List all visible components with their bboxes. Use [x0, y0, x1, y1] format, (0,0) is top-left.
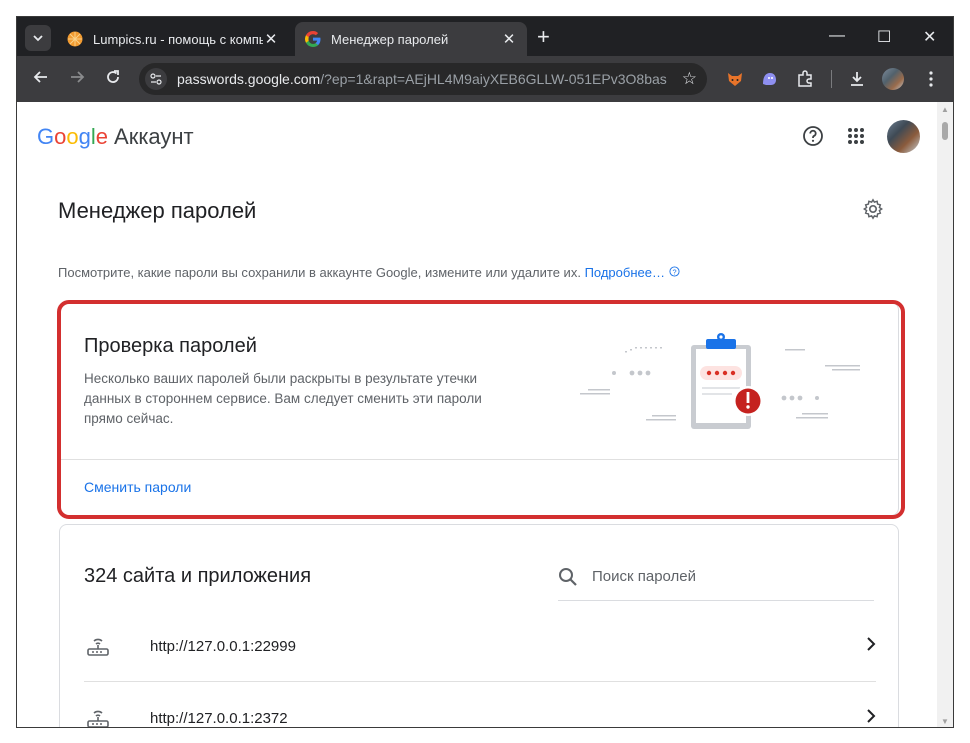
- account-avatar[interactable]: [887, 120, 920, 153]
- browser-window: Lumpics.ru - помощь с компьютером ✕ Мене…: [16, 16, 954, 728]
- help-icon[interactable]: [801, 124, 825, 148]
- address-bar[interactable]: passwords.google.com/?ep=1&rapt=AEjHL4M9…: [139, 63, 707, 95]
- learn-more-link[interactable]: Подробнее… ?: [585, 265, 680, 280]
- toolbar-separator: [831, 70, 832, 88]
- site-row[interactable]: http://127.0.0.1:22999: [84, 611, 876, 681]
- chevron-right-icon: [866, 708, 876, 728]
- tab-password-manager[interactable]: Менеджер паролей ✕: [295, 22, 527, 56]
- scroll-down-icon[interactable]: ▼: [941, 717, 949, 726]
- scrollbar-thumb[interactable]: [942, 122, 948, 140]
- page-scrollbar[interactable]: ▲ ▼: [937, 102, 953, 727]
- google-logo: Google: [37, 124, 108, 150]
- url-path: /?ep=1&rapt=AEjHL4M9aiyXEB6GLLW-051EPv3O…: [320, 71, 667, 87]
- arrow-right-icon: [71, 71, 85, 83]
- maximize-button[interactable]: ☐: [877, 27, 891, 47]
- tab-bar: Lumpics.ru - помощь с компьютером ✕ Мене…: [17, 17, 953, 56]
- browser-menu-icon[interactable]: [919, 67, 943, 91]
- profile-avatar-button[interactable]: [881, 67, 905, 91]
- forward-button[interactable]: [69, 69, 85, 88]
- checkup-text: Несколько ваших паролей были раскрыты в …: [84, 371, 482, 426]
- help-circle-icon: ?: [669, 266, 680, 277]
- search-passwords-field[interactable]: Поиск паролей: [558, 553, 874, 601]
- clipboard-warning-illustration: [580, 333, 860, 429]
- avatar: [882, 68, 904, 90]
- router-icon: [84, 707, 112, 727]
- site-info-icon[interactable]: [145, 68, 167, 90]
- logo-letter: G: [37, 124, 55, 149]
- router-icon: [84, 635, 112, 657]
- page-content: Google Аккаунт Менеджер паролей Посмотри…: [17, 102, 939, 728]
- minimize-button[interactable]: —: [829, 27, 845, 45]
- lumpics-favicon-icon: [67, 31, 83, 47]
- reload-button[interactable]: [105, 69, 121, 88]
- reload-icon: [107, 70, 119, 83]
- download-icon[interactable]: [845, 67, 869, 91]
- scroll-up-icon[interactable]: ▲: [941, 105, 949, 114]
- back-button[interactable]: [33, 69, 49, 88]
- close-window-button[interactable]: ✕: [923, 27, 936, 47]
- password-checkup-card: Проверка паролей Несколько ваших паролей…: [59, 302, 899, 516]
- sites-count-title: 324 сайта и приложения: [84, 565, 312, 587]
- ghost-extension-icon[interactable]: [757, 67, 781, 91]
- google-account-header[interactable]: Google Аккаунт: [37, 124, 194, 150]
- page-description: Посмотрите, какие пароли вы сохранили в …: [58, 265, 680, 280]
- fox-extension-icon[interactable]: [723, 67, 747, 91]
- tab-title: Lumpics.ru - помощь с компьютером: [93, 31, 263, 47]
- new-tab-button[interactable]: +: [537, 26, 550, 48]
- svg-text:?: ?: [672, 267, 676, 276]
- url-text: passwords.google.com/?ep=1&rapt=AEjHL4M9…: [177, 71, 667, 87]
- product-name: Аккаунт: [114, 124, 194, 149]
- close-tab-icon[interactable]: ✕: [263, 30, 279, 48]
- logo-letter: e: [95, 124, 109, 149]
- page-title: Менеджер паролей: [58, 198, 257, 223]
- extensions-puzzle-icon[interactable]: [793, 67, 817, 91]
- description-text: Посмотрите, какие пароли вы сохранили в …: [58, 265, 581, 280]
- logo-letter: o: [66, 124, 79, 149]
- tab-title: Менеджер паролей: [331, 31, 449, 47]
- row-divider: [84, 681, 876, 682]
- chevron-down-icon: [33, 35, 43, 42]
- search-placeholder: Поиск паролей: [592, 568, 697, 585]
- change-passwords-link[interactable]: Сменить пароли: [84, 479, 191, 495]
- url-host: passwords.google.com: [177, 71, 321, 87]
- site-name: http://127.0.0.1:2372: [150, 709, 288, 727]
- close-tab-icon[interactable]: ✕: [501, 30, 517, 48]
- google-favicon-icon: [305, 31, 321, 47]
- learn-more-label: Подробнее…: [584, 265, 665, 280]
- settings-gear-icon[interactable]: [862, 198, 884, 225]
- checkup-title: Проверка паролей: [84, 335, 257, 357]
- tab-lumpics[interactable]: Lumpics.ru - помощь с компьютером ✕: [57, 22, 289, 56]
- site-row[interactable]: http://127.0.0.1:2372: [84, 683, 876, 728]
- tab-search-button[interactable]: [25, 25, 51, 51]
- search-icon: [559, 567, 577, 586]
- saved-sites-card: 324 сайта и приложения Поиск паролей htt…: [59, 524, 899, 728]
- arrow-left-icon: [33, 71, 47, 83]
- bookmark-star-icon[interactable]: ☆: [682, 69, 697, 89]
- site-name: http://127.0.0.1:22999: [150, 637, 296, 655]
- browser-toolbar: passwords.google.com/?ep=1&rapt=AEjHL4M9…: [17, 56, 953, 102]
- chevron-right-icon: [866, 636, 876, 657]
- logo-letter: g: [78, 124, 91, 149]
- card-divider: [60, 459, 898, 460]
- logo-letter: o: [54, 124, 67, 149]
- apps-grid-icon[interactable]: [844, 124, 868, 148]
